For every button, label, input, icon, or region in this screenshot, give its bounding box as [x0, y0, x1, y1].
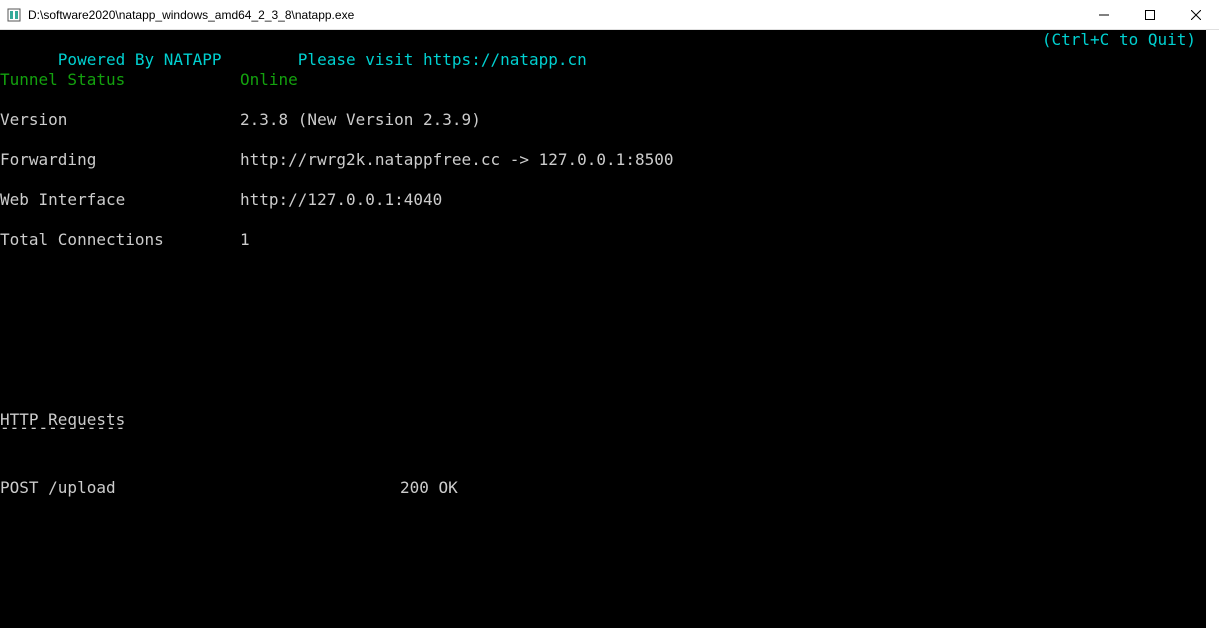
tunnel-status-row: Tunnel Status Online: [0, 70, 1206, 90]
web-interface-label: Web Interface: [0, 190, 240, 210]
web-interface-row: Web Interface http://127.0.0.1:4040: [0, 190, 1206, 210]
total-connections-value: 1: [240, 230, 250, 250]
window-titlebar[interactable]: D:\software2020\natapp_windows_amd64_2_3…: [0, 0, 1219, 30]
http-request-method-path: POST /upload: [0, 478, 400, 498]
version-label: Version: [0, 110, 240, 130]
web-interface-value: http://127.0.0.1:4040: [240, 190, 442, 210]
tunnel-status-label: Tunnel Status: [0, 70, 240, 90]
version-row: Version 2.3.8 (New Version 2.3.9): [0, 110, 1206, 130]
quit-hint: (Ctrl+C to Quit): [1042, 30, 1196, 50]
app-icon: [6, 7, 22, 23]
http-requests-underline: -------------: [0, 424, 1206, 432]
forwarding-label: Forwarding: [0, 150, 240, 170]
tunnel-status-value: Online: [240, 70, 298, 90]
close-button[interactable]: [1173, 0, 1219, 29]
minimize-button[interactable]: [1081, 0, 1127, 29]
http-request-status: 200 OK: [400, 478, 458, 498]
terminal-area[interactable]: Powered By NATAPPPlease visit https://na…: [0, 30, 1206, 628]
maximize-button[interactable]: [1127, 0, 1173, 29]
forwarding-value: http://rwrg2k.natappfree.cc -> 127.0.0.1…: [240, 150, 673, 170]
header-line: Powered By NATAPPPlease visit https://na…: [0, 30, 1206, 50]
visit-text: Please visit https://natapp.cn: [298, 50, 587, 69]
powered-by-label: Powered By NATAPP: [58, 50, 298, 70]
window-title: D:\software2020\natapp_windows_amd64_2_3…: [28, 8, 1081, 22]
forwarding-row: Forwarding http://rwrg2k.natappfree.cc -…: [0, 150, 1206, 170]
window-controls: [1081, 0, 1219, 29]
total-connections-row: Total Connections 1: [0, 230, 1206, 250]
version-value: 2.3.8 (New Version 2.3.9): [240, 110, 481, 130]
total-connections-label: Total Connections: [0, 230, 240, 250]
http-request-row: POST /upload 200 OK: [0, 478, 1206, 498]
